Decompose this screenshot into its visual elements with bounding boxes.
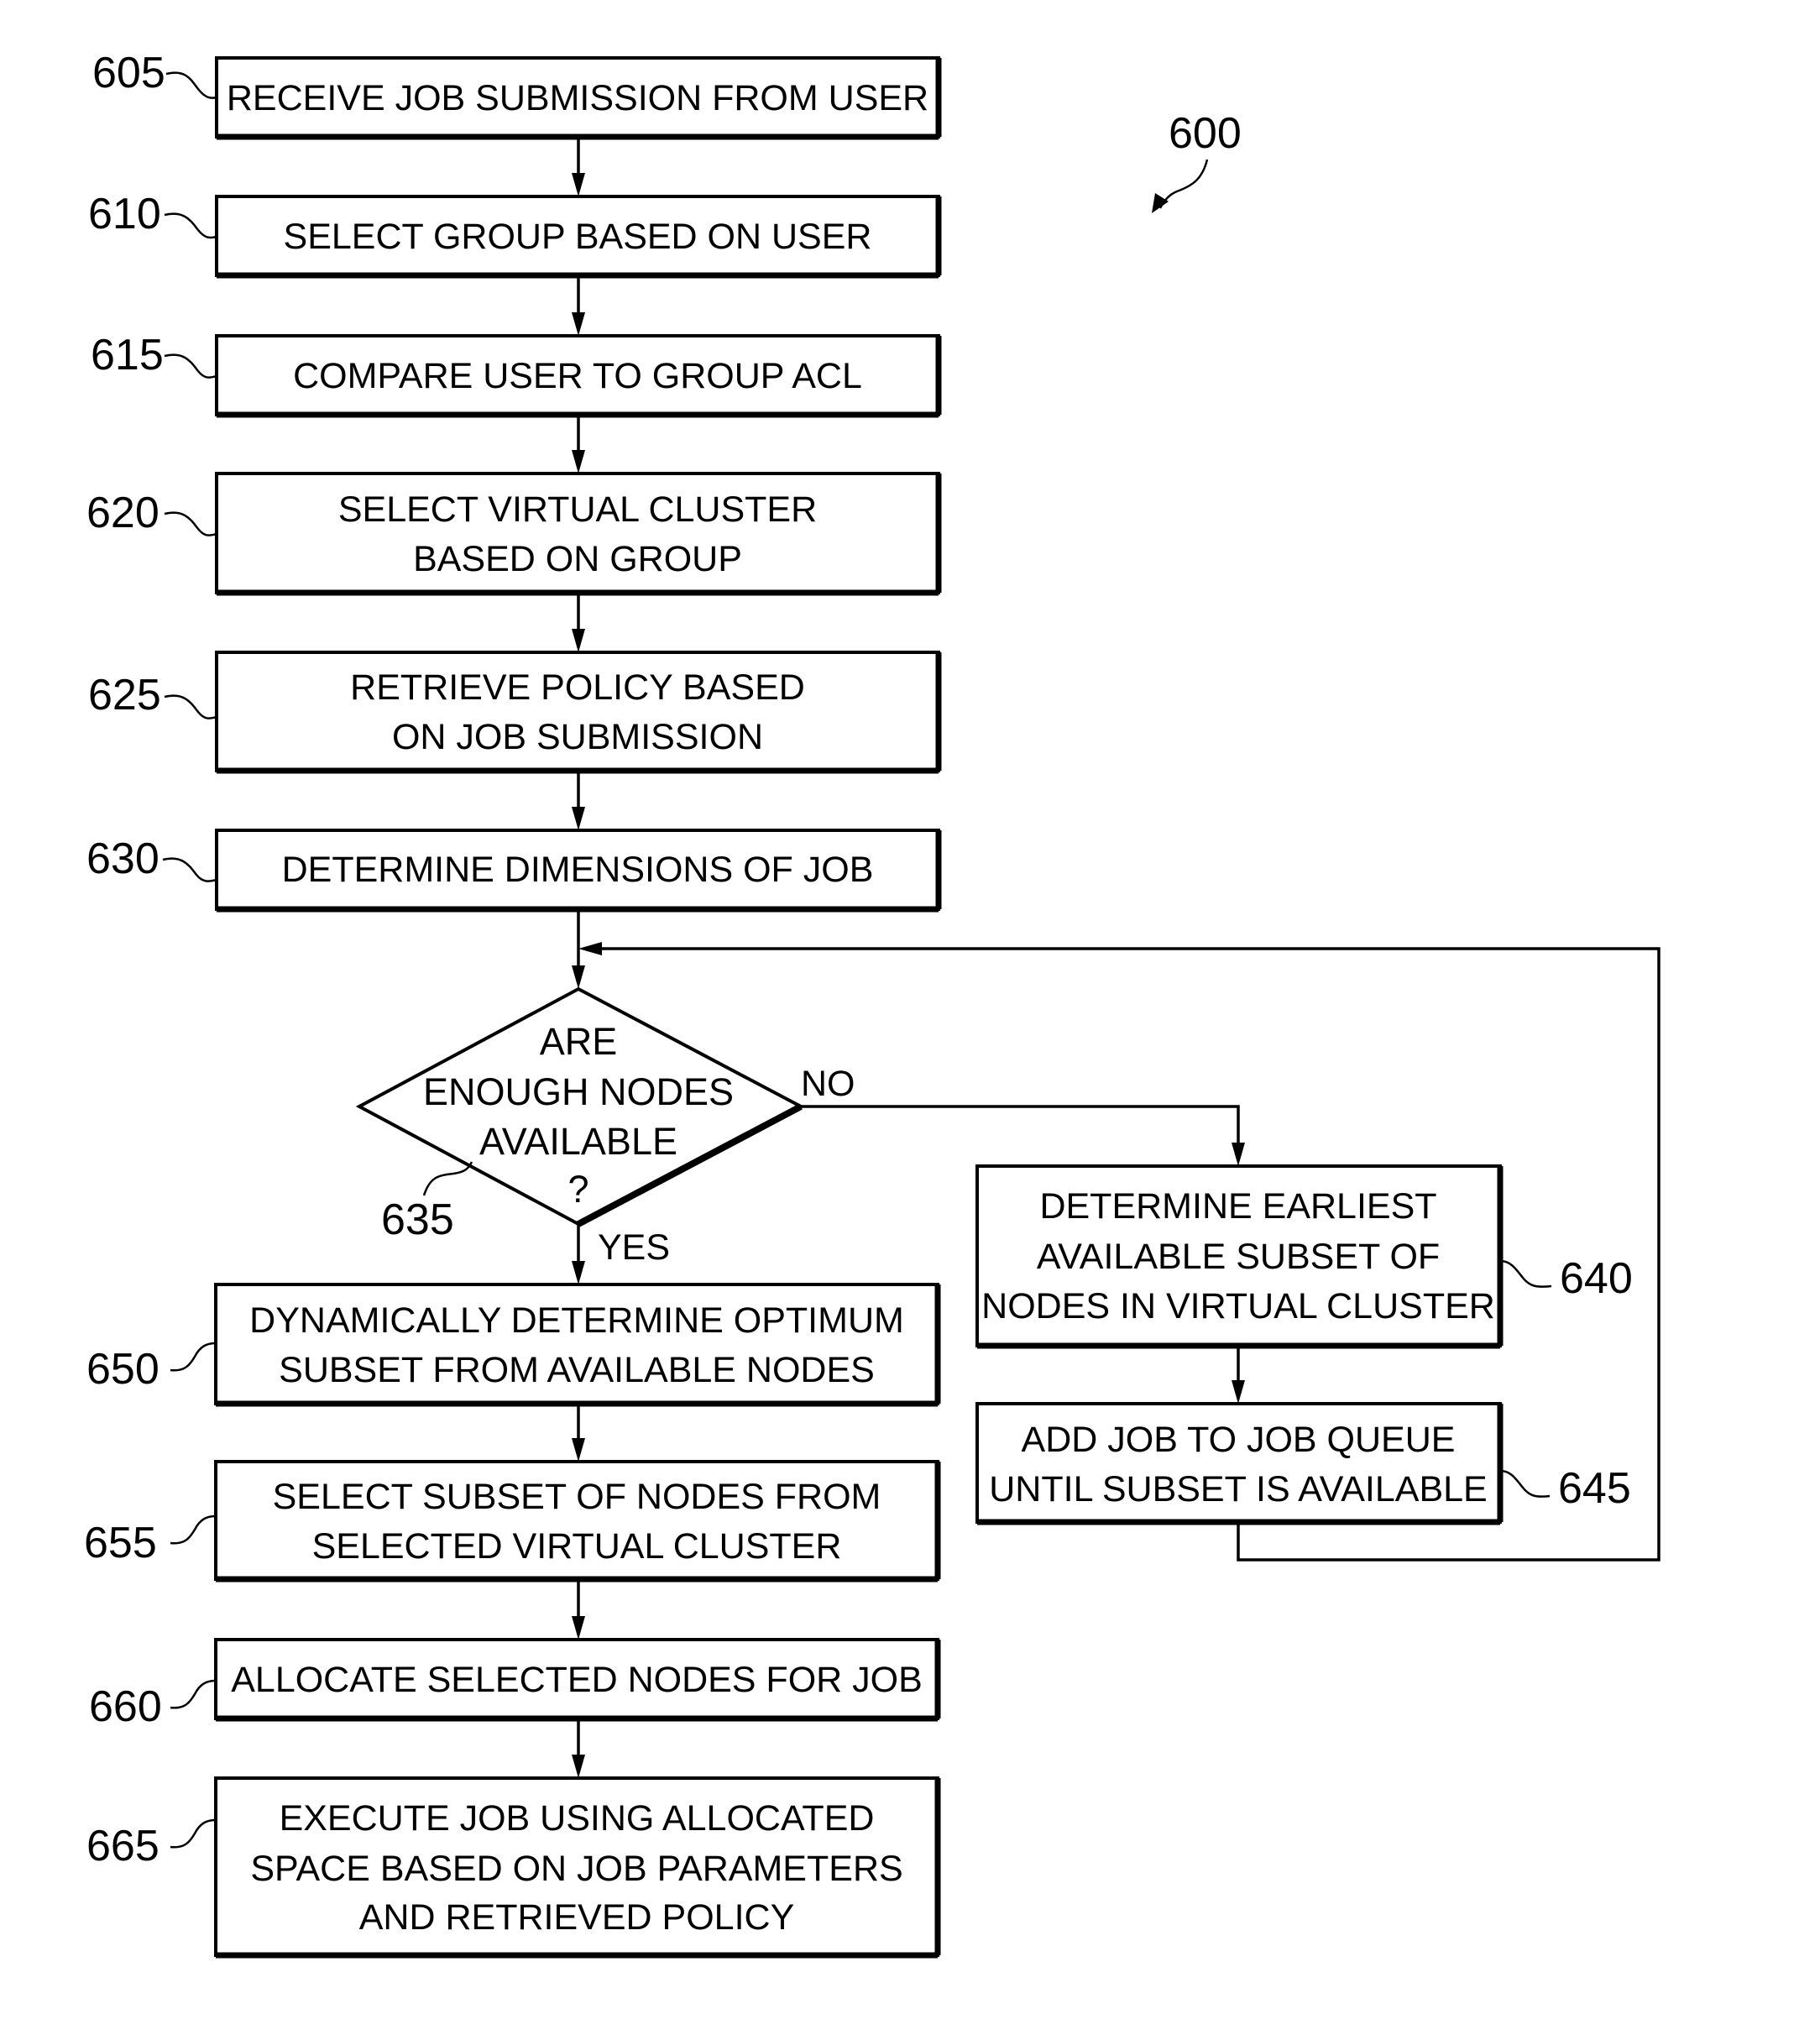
ref-665-label: 665 — [86, 1822, 160, 1870]
step-625-text-line2: ON JOB SUBMISSION — [392, 717, 763, 757]
ref-615-leader — [164, 353, 217, 379]
connector-605-610 — [572, 137, 585, 196]
step-640-text-line2: AVAILABLE SUBSET OF — [1037, 1237, 1440, 1277]
connector-610-615 — [572, 275, 585, 336]
figure-reference-arrowhead — [1152, 193, 1169, 213]
connector-625-630 — [572, 771, 585, 830]
ref-645-label: 645 — [1558, 1464, 1631, 1513]
step-665-text-line2: SPACE BASED ON JOB PARAMETERS — [250, 1849, 902, 1889]
step-660: ALLOCATE SELECTED NODES FOR JOB — [214, 1638, 941, 1722]
step-605-text: RECEIVE JOB SUBMISSION FROM USER — [227, 78, 928, 118]
step-650: DYNAMICALLY DETERMINE OPTIMUM SUBSET FRO… — [214, 1283, 941, 1407]
ref-645-leader — [1499, 1469, 1551, 1498]
ref-655-leader — [170, 1514, 217, 1545]
step-615: COMPARE USER TO GROUP ACL — [215, 334, 942, 418]
ref-650-leader — [170, 1342, 217, 1372]
ref-665-leader — [170, 1818, 217, 1849]
ref-625-leader — [164, 694, 217, 719]
connector-660-665 — [572, 1719, 585, 1778]
ref-635-leader — [422, 1161, 473, 1196]
ref-665: 665 — [86, 1818, 217, 1870]
step-625-text-line1: RETRIEVE POLICY BASED — [350, 667, 805, 708]
ref-605-label: 605 — [92, 49, 165, 97]
ref-660-leader — [170, 1679, 217, 1709]
ref-630-leader — [162, 857, 217, 882]
ref-615: 615 — [91, 331, 217, 379]
ref-630: 630 — [86, 834, 217, 883]
step-630: DETERMINE DIMENSIONS OF JOB — [215, 829, 942, 913]
step-655-text-line2: SELECTED VIRTUAL CLUSTER — [312, 1526, 842, 1567]
step-655-text-line1: SELECT SUBSET OF NODES FROM — [273, 1477, 881, 1517]
step-665-text-line1: EXECUTE JOB USING ALLOCATED — [280, 1798, 875, 1839]
ref-650: 650 — [86, 1342, 217, 1394]
figure-reference-label: 600 — [1169, 109, 1242, 158]
step-620-text-line2: BASED ON GROUP — [413, 539, 742, 579]
decision-text-line1: ARE — [540, 1020, 618, 1063]
ref-610: 610 — [88, 190, 217, 239]
ref-640-leader — [1499, 1259, 1552, 1288]
step-650-text-line1: DYNAMICALLY DETERMINE OPTIMUM — [249, 1300, 904, 1341]
ref-610-label: 610 — [88, 190, 161, 238]
step-655: SELECT SUBSET OF NODES FROM SELECTED VIR… — [214, 1460, 941, 1582]
ref-620: 620 — [86, 489, 217, 537]
decision-text-line2: ENOUGH NODES — [423, 1070, 734, 1113]
ref-660-label: 660 — [89, 1682, 162, 1731]
flowchart-600: 600 RECEIVE JOB SUBMISSION FROM USER SEL… — [84, 49, 1660, 1959]
connector-650-655 — [572, 1404, 585, 1462]
ref-635: 635 — [381, 1161, 473, 1244]
step-645-text-line2: UNTIL SUBSET IS AVAILABLE — [989, 1469, 1487, 1509]
connector-635-650-yes — [572, 1224, 585, 1284]
decision-text-line3: AVAILABLE — [479, 1120, 677, 1163]
connector-620-625 — [572, 593, 585, 652]
ref-610-leader — [164, 212, 217, 239]
step-605: RECEIVE JOB SUBMISSION FROM USER — [215, 56, 942, 140]
no-branch-label: NO — [801, 1064, 855, 1104]
step-640-text-line3: NODES IN VIRTUAL CLUSTER — [981, 1286, 1495, 1326]
step-640-text-line1: DETERMINE EARLIEST — [1039, 1186, 1436, 1227]
ref-650-label: 650 — [86, 1345, 160, 1394]
step-615-text: COMPARE USER TO GROUP ACL — [293, 356, 862, 396]
ref-620-label: 620 — [86, 489, 160, 537]
ref-645: 645 — [1499, 1464, 1631, 1513]
ref-640-label: 640 — [1560, 1254, 1633, 1303]
ref-625-label: 625 — [88, 671, 161, 719]
decision-text-line4: ? — [567, 1168, 588, 1211]
ref-625: 625 — [88, 671, 217, 719]
yes-branch-label: YES — [598, 1227, 670, 1268]
step-660-text: ALLOCATE SELECTED NODES FOR JOB — [231, 1660, 923, 1700]
step-645-text-line1: ADD JOB TO JOB QUEUE — [1022, 1420, 1456, 1460]
step-640: DETERMINE EARLIEST AVAILABLE SUBSET OF N… — [975, 1164, 1504, 1349]
step-610-text: SELECT GROUP BASED ON USER — [284, 217, 872, 257]
ref-655-label: 655 — [84, 1519, 157, 1567]
step-665-text-line3: AND RETRIEVED POLICY — [359, 1897, 795, 1938]
step-665: EXECUTE JOB USING ALLOCATED SPACE BASED … — [214, 1776, 941, 1959]
connector-655-660 — [572, 1579, 585, 1640]
step-625: RETRIEVE POLICY BASED ON JOB SUBMISSION — [215, 651, 942, 774]
step-645: ADD JOB TO JOB QUEUE UNTIL SUBSET IS AVA… — [975, 1402, 1504, 1525]
ref-630-label: 630 — [86, 834, 160, 883]
step-620-text-line1: SELECT VIRTUAL CLUSTER — [338, 489, 817, 530]
ref-640: 640 — [1499, 1254, 1633, 1303]
ref-605-leader — [165, 71, 217, 99]
ref-605: 605 — [92, 49, 217, 99]
connector-640-645 — [1232, 1346, 1245, 1404]
step-620: SELECT VIRTUAL CLUSTER BASED ON GROUP — [215, 472, 942, 596]
connector-635-640-no — [801, 1105, 1245, 1166]
step-610: SELECT GROUP BASED ON USER — [215, 195, 942, 279]
connector-615-620 — [572, 415, 585, 473]
step-650-text-line2: SUBSET FROM AVAILABLE NODES — [279, 1350, 875, 1390]
ref-620-leader — [164, 511, 217, 536]
step-630-text: DETERMINE DIMENSIONS OF JOB — [282, 850, 874, 890]
ref-615-label: 615 — [91, 331, 164, 379]
ref-655: 655 — [84, 1514, 217, 1567]
ref-660: 660 — [89, 1679, 217, 1731]
ref-635-label: 635 — [381, 1195, 454, 1244]
